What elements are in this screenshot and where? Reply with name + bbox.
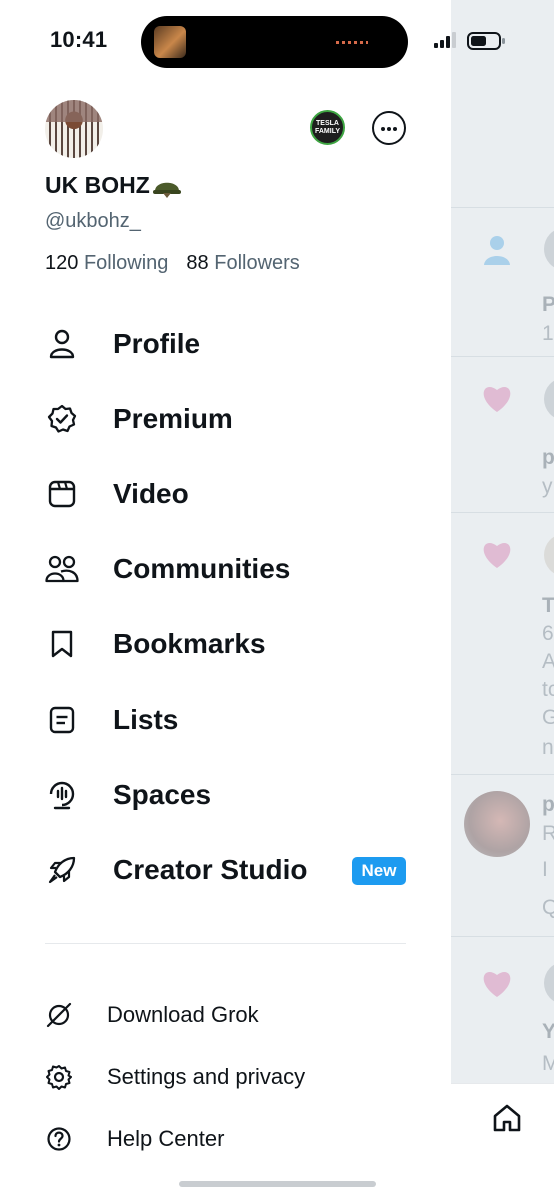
- rocket-icon: [48, 856, 76, 884]
- menu-divider: [45, 943, 406, 944]
- menu-label: Spaces: [113, 779, 212, 810]
- menu-item-bookmarks[interactable]: Bookmarks: [45, 619, 266, 669]
- menu-item-settings-privacy[interactable]: Settings and privacy: [45, 1059, 305, 1095]
- grok-icon: [46, 1002, 72, 1028]
- followers-count: 88: [186, 252, 209, 274]
- background-timeline: P 1r p y T 6 A tc G n p R I Q Y M: [451, 0, 554, 1200]
- menu-item-help-center[interactable]: Help Center: [45, 1121, 224, 1157]
- menu-label: Premium: [113, 403, 233, 434]
- menu-label: Communities: [113, 553, 291, 584]
- menu-label: Lists: [113, 704, 179, 735]
- menu-label: Profile: [113, 328, 201, 359]
- account-icon-text: TESLA FAMILY: [314, 120, 341, 135]
- now-playing-artwork: [154, 26, 186, 58]
- display-name[interactable]: UK BOHZ: [45, 172, 182, 199]
- menu-label: Download Grok: [107, 1002, 259, 1027]
- communities-icon: [45, 555, 79, 583]
- menu-item-creator-studio[interactable]: Creator Studio: [45, 845, 307, 895]
- menu-item-lists[interactable]: Lists: [45, 695, 178, 745]
- video-icon: [48, 480, 76, 508]
- audio-waveform-icon: [336, 41, 368, 44]
- home-icon[interactable]: [491, 1102, 523, 1134]
- dynamic-island[interactable]: [141, 16, 408, 68]
- switch-account-avatar[interactable]: TESLA FAMILY: [310, 110, 345, 145]
- bottom-tab-bar: [451, 1083, 554, 1200]
- dot: [393, 127, 397, 131]
- menu-item-spaces[interactable]: Spaces: [45, 770, 211, 820]
- dot: [387, 127, 391, 131]
- more-options-button[interactable]: [372, 111, 406, 145]
- menu-label: Bookmarks: [113, 628, 266, 659]
- following-label: Following: [83, 252, 169, 274]
- followers-link[interactable]: 88 Followers: [186, 252, 299, 275]
- menu-item-premium[interactable]: Premium: [45, 394, 233, 444]
- person-icon: [49, 329, 75, 359]
- profile-avatar[interactable]: [45, 100, 103, 158]
- new-badge: New: [352, 857, 406, 885]
- followers-label: Followers: [214, 252, 300, 274]
- menu-label: Settings and privacy: [107, 1064, 306, 1089]
- lists-icon: [49, 706, 75, 734]
- home-indicator: [179, 1181, 376, 1187]
- bookmark-icon: [51, 630, 73, 658]
- menu-item-video[interactable]: Video: [45, 469, 189, 519]
- battery-icon: [467, 32, 505, 50]
- handle: @ukbohz_: [45, 210, 141, 232]
- display-name-text: UK BOHZ: [45, 172, 150, 198]
- help-icon: [47, 1127, 71, 1151]
- dim-overlay[interactable]: [451, 0, 554, 1200]
- menu-label: Help Center: [107, 1126, 225, 1151]
- following-count: 120: [45, 252, 79, 274]
- following-link[interactable]: 120 Following: [45, 252, 168, 275]
- menu-item-download-grok[interactable]: Download Grok: [45, 997, 259, 1033]
- signal-icon: [434, 32, 456, 48]
- military-helmet-icon: [152, 182, 181, 198]
- menu-item-communities[interactable]: Communities: [45, 544, 290, 594]
- dot: [381, 127, 385, 131]
- verified-badge-icon: [47, 404, 77, 433]
- side-drawer: 10:41 TESLA FAMILY UK BOHZ @ukbohz_ 120 …: [0, 0, 456, 1200]
- spaces-icon: [49, 781, 75, 810]
- follow-stats: 120 Following 88 Followers: [45, 252, 300, 275]
- menu-item-profile[interactable]: Profile: [45, 319, 200, 369]
- menu-label: Creator Studio: [113, 854, 308, 885]
- menu-label: Video: [113, 478, 189, 509]
- gear-icon: [46, 1065, 72, 1090]
- status-time: 10:41: [50, 27, 108, 52]
